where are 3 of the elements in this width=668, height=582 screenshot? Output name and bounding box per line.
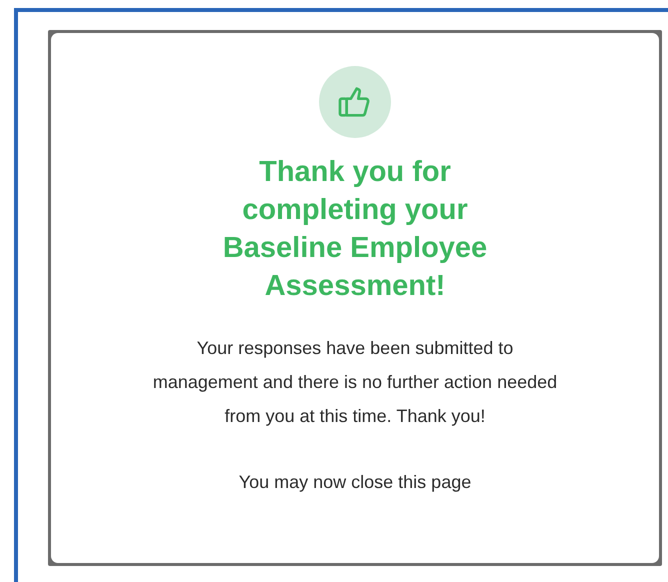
dialog-title: Thank you for completing your Baseline Employee Assessment! [222,155,488,304]
close-page-note: You may now close this page [238,471,472,494]
dialog-message: Your responses have been submitted to management and there is no further action needed from you at this time. Thank you! [152,337,558,428]
